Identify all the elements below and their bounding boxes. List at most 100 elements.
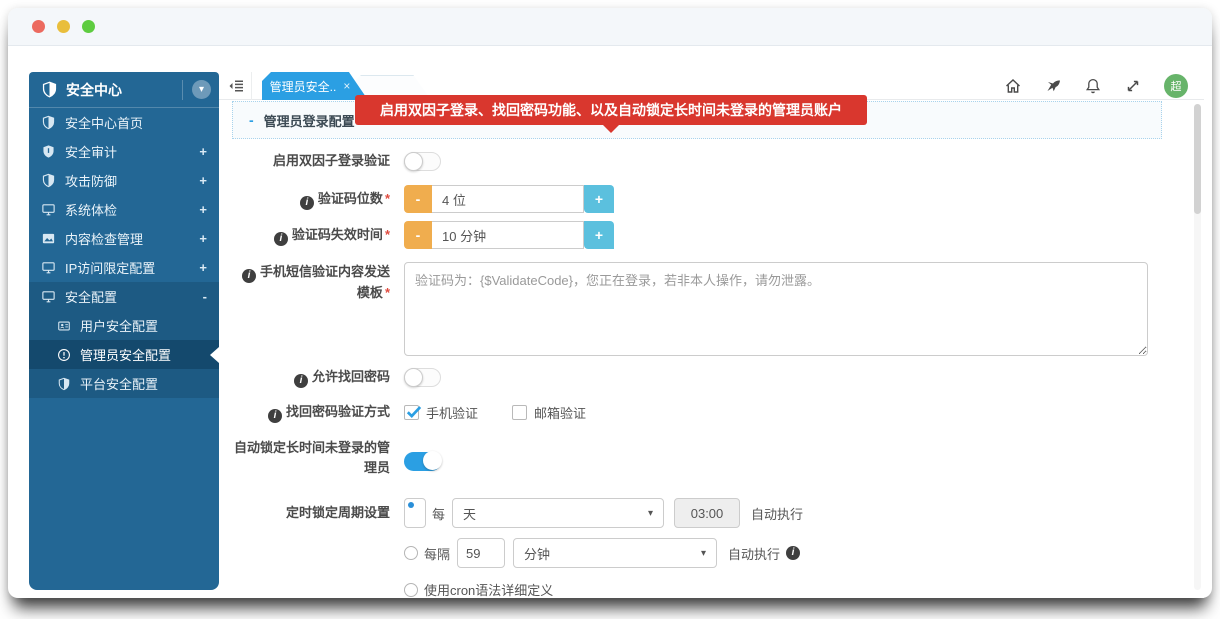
close-window-button[interactable]	[32, 20, 45, 33]
field-label: i 手机短信验证内容发送模板 *	[232, 262, 404, 303]
shield-icon	[58, 377, 70, 390]
header-actions: 超	[1004, 72, 1188, 100]
increment-button[interactable]: +	[584, 221, 614, 249]
info-icon[interactable]: i	[786, 546, 801, 560]
form-row-two-factor: 启用双因子登录验证	[232, 151, 441, 171]
info-icon[interactable]: i	[299, 195, 314, 210]
info-icon[interactable]: i	[267, 409, 282, 423]
cron-radio[interactable]	[404, 582, 418, 597]
allow-recovery-toggle[interactable]	[404, 368, 441, 387]
unit-select[interactable]: 天 ▾	[452, 498, 665, 528]
caret-down-icon: ▾	[647, 507, 654, 519]
monitor-icon	[42, 204, 55, 216]
monitor-icon	[42, 262, 55, 274]
window-titlebar	[8, 8, 1212, 46]
time-input	[674, 498, 741, 528]
app-window: 安全中心 ▾ 安全中心首页 安全审计 + 攻击防御 + 系统体检 + 内容检查管…	[8, 8, 1212, 598]
email-verify-checkbox[interactable]	[512, 405, 528, 420]
sidebar-item-admin-security-config[interactable]: 管理员安全配置	[29, 340, 219, 369]
sidebar-item-security-home[interactable]: 安全中心首页	[29, 108, 219, 137]
form-row-sms-template: i 手机短信验证内容发送模板 * 验证码为：{$ValidateCode}，您正在登…	[232, 262, 1148, 356]
bell-icon[interactable]	[1084, 77, 1102, 95]
info-icon[interactable]: i	[293, 374, 308, 388]
sidebar-item-system-check[interactable]: 系统体检 +	[29, 195, 219, 224]
monitor-icon	[42, 291, 55, 303]
required-asterisk: *	[384, 190, 390, 206]
scrollbar-track[interactable]	[1194, 104, 1201, 590]
collapse-menu-icon[interactable]	[228, 78, 245, 94]
info-icon[interactable]: i	[273, 231, 288, 246]
sidebar-header: 安全中心 ▾	[29, 72, 219, 108]
minimize-window-button[interactable]	[57, 20, 70, 33]
sidebar-title: 安全中心	[66, 81, 122, 98]
sidebar: 安全中心 ▾ 安全中心首页 安全审计 + 攻击防御 + 系统体检 + 内容检查管…	[29, 72, 219, 590]
interval-radio[interactable]	[404, 546, 418, 560]
shield-icon	[42, 115, 55, 130]
sidebar-item-user-security-config[interactable]: 用户安全配置	[29, 311, 219, 340]
scrollbar-thumb[interactable]	[1194, 104, 1201, 214]
form-row-auto-lock: 自动锁定长时间未登录的管理员	[232, 438, 442, 478]
field-label: i 允许找回密码	[232, 367, 404, 388]
required-asterisk: *	[384, 285, 390, 300]
expand-plus-icon: +	[199, 231, 207, 246]
interval-unit-select[interactable]: 分钟 ▾	[513, 538, 718, 568]
sidebar-item-label: 用户安全配置	[80, 319, 159, 334]
collapse-minus-icon[interactable]: -	[249, 112, 254, 128]
auto-lock-toggle[interactable]	[404, 450, 442, 471]
info-icon[interactable]: i	[241, 269, 256, 283]
chevron-down-icon[interactable]: ▾	[192, 80, 211, 99]
sidebar-item-label: 系统体检	[65, 203, 118, 218]
home-icon[interactable]	[1004, 77, 1022, 95]
field-label: i 验证码位数 *	[232, 189, 404, 210]
decrement-button[interactable]: -	[404, 185, 432, 213]
field-label: 定时锁定周期设置	[285, 504, 390, 520]
sidebar-item-platform-security-config[interactable]: 平台安全配置	[29, 369, 219, 398]
sidebar-item-content-inspection[interactable]: 内容检查管理 +	[29, 224, 219, 253]
checkbox-label: 手机验证	[426, 406, 479, 421]
shield-icon	[42, 81, 57, 98]
interval-value-input[interactable]	[457, 538, 506, 568]
sidebar-item-ip-access[interactable]: IP访问限定配置 +	[29, 253, 219, 282]
sidebar-item-attack-defense[interactable]: 攻击防御 +	[29, 166, 219, 195]
expand-plus-icon: +	[199, 202, 207, 217]
required-asterisk: *	[384, 226, 390, 242]
phone-verify-checkbox[interactable]	[404, 405, 422, 420]
sidebar-item-label: IP访问限定配置	[65, 261, 156, 276]
sidebar-item-label: 攻击防御	[65, 174, 118, 189]
form-row-allow-recovery: i 允许找回密码	[232, 367, 441, 388]
field-label: 自动锁定长时间未登录的管理员	[233, 440, 390, 476]
section-title: 管理员登录配置	[263, 113, 355, 129]
code-digits-input[interactable]	[432, 185, 584, 213]
toggle-knob	[404, 368, 423, 387]
code-expiry-input[interactable]	[432, 221, 584, 249]
bird-icon[interactable]	[1044, 77, 1062, 95]
select-value: 天	[463, 506, 477, 522]
avatar[interactable]: 超	[1164, 74, 1188, 98]
tooltip-banner: 启用双因子登录、找回密码功能、以及自动锁定长时间未登录的管理员账户	[355, 95, 867, 125]
expand-plus-icon: +	[199, 173, 207, 188]
tab-admin-security[interactable]: 管理员安全.. ×	[262, 72, 368, 100]
id-card-icon	[58, 321, 70, 330]
decrement-button[interactable]: -	[404, 221, 432, 249]
sidebar-item-label: 平台安全配置	[80, 377, 159, 392]
field-label: i 找回密码验证方式	[232, 402, 404, 423]
code-digits-stepper: - +	[404, 185, 614, 213]
increment-button[interactable]: +	[584, 185, 614, 213]
form-row-lock-schedule-interval: 每隔 分钟 ▾ 自动执行 i	[232, 538, 801, 568]
sidebar-group-security-config: 安全配置 - 用户安全配置 管理员安全配置 平台安全配置	[29, 282, 219, 398]
sidebar-item-security-config[interactable]: 安全配置 -	[29, 282, 219, 311]
sidebar-item-label: 安全配置	[65, 290, 118, 305]
sms-template-textarea[interactable]: 验证码为：{$ValidateCode}，您正在登录，若非本人操作，请勿泄露。	[404, 262, 1148, 356]
two-factor-toggle[interactable]	[404, 151, 441, 171]
daily-radio[interactable]	[404, 498, 426, 528]
sidebar-item-label: 安全中心首页	[65, 116, 144, 131]
fullscreen-icon[interactable]	[1124, 77, 1142, 95]
interval-prefix: 每隔	[424, 546, 451, 562]
zoom-window-button[interactable]	[82, 20, 95, 33]
expand-plus-icon: +	[199, 260, 207, 275]
auto-exec-text: 自动执行	[751, 506, 804, 522]
phone-verify-option: 手机验证	[404, 403, 478, 422]
sidebar-item-security-audit[interactable]: 安全审计 +	[29, 137, 219, 166]
field-label: 启用双因子登录验证	[272, 153, 390, 168]
close-tab-icon[interactable]: ×	[343, 79, 350, 93]
